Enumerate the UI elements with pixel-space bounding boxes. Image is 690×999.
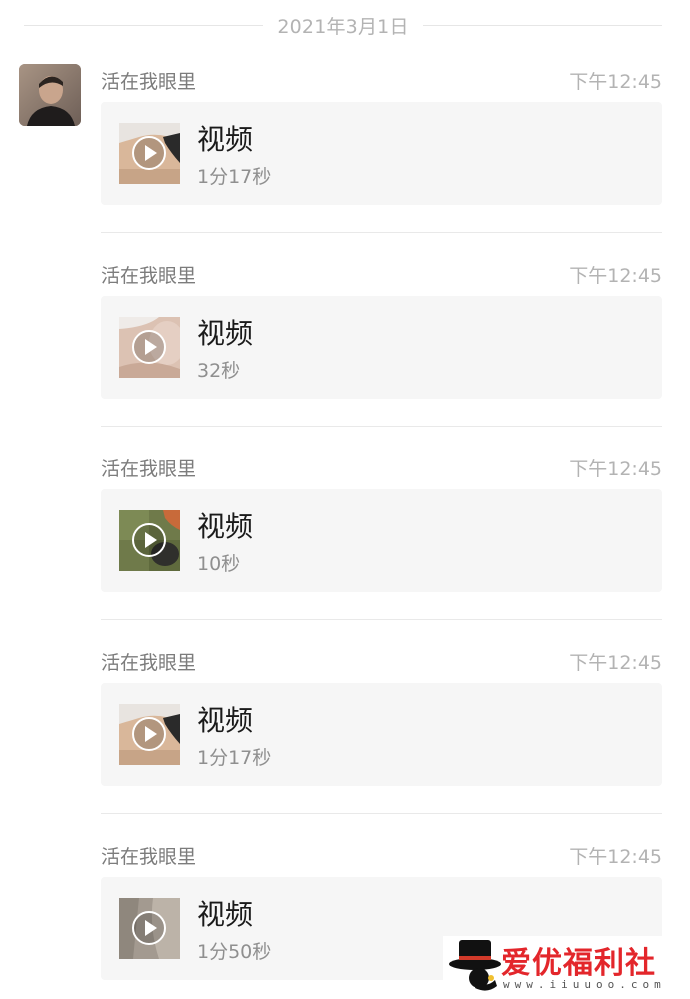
video-card[interactable]: 视频 1分17秒 <box>101 102 662 205</box>
sender-name: 活在我眼里 <box>101 458 197 480</box>
watermark-text: 爱优福利社 <box>501 946 656 981</box>
video-card[interactable]: 视频 1分17秒 <box>101 683 662 786</box>
video-thumbnail[interactable] <box>119 898 180 959</box>
video-message[interactable]: 活在我眼里 下午12:45 视频 32秒 <box>101 261 662 455</box>
site-watermark: 爱优福利社 www.iiuuoo.com <box>443 936 690 999</box>
sender-name: 活在我眼里 <box>101 846 197 868</box>
video-duration: 32秒 <box>197 360 241 382</box>
video-card[interactable]: 视频 10秒 <box>101 489 662 592</box>
message-title: 视频 <box>197 317 254 350</box>
sender-name: 活在我眼里 <box>101 71 197 93</box>
video-duration: 1分17秒 <box>197 166 272 188</box>
video-thumbnail[interactable] <box>119 123 180 184</box>
avatar[interactable] <box>19 64 81 126</box>
divider-line-right <box>422 24 662 26</box>
message-title: 视频 <box>197 898 254 931</box>
date-separator: 2021年3月1日 <box>24 10 662 40</box>
message-time: 下午12:45 <box>569 71 662 93</box>
message-time: 下午12:45 <box>569 846 662 868</box>
sender-name: 活在我眼里 <box>101 652 197 674</box>
watermark-url: www.iiuuoo.com <box>503 978 666 991</box>
message-time: 下午12:45 <box>569 458 662 480</box>
video-duration: 10秒 <box>197 553 241 575</box>
avatar-photo <box>19 64 81 126</box>
message-title: 视频 <box>197 123 254 156</box>
date-label: 2021年3月1日 <box>277 15 409 38</box>
divider-line-left <box>24 24 264 26</box>
message-divider <box>101 619 662 620</box>
video-message[interactable]: 活在我眼里 下午12:45 视频 1分17秒 <box>101 67 662 261</box>
video-thumbnail[interactable] <box>119 510 180 571</box>
message-divider <box>101 426 662 427</box>
top-hat-logo-icon <box>449 940 501 991</box>
message-divider <box>101 232 662 233</box>
message-divider <box>101 813 662 814</box>
sender-name: 活在我眼里 <box>101 265 197 287</box>
video-thumbnail[interactable] <box>119 317 180 378</box>
video-duration: 1分17秒 <box>197 747 272 769</box>
message-title: 视频 <box>197 510 254 543</box>
message-time: 下午12:45 <box>569 652 662 674</box>
video-message[interactable]: 活在我眼里 下午12:45 视频 10秒 <box>101 454 662 648</box>
video-message[interactable]: 活在我眼里 下午12:45 视频 1分17秒 <box>101 648 662 842</box>
message-title: 视频 <box>197 704 254 737</box>
video-card[interactable]: 视频 32秒 <box>101 296 662 399</box>
video-duration: 1分50秒 <box>197 941 272 963</box>
message-time: 下午12:45 <box>569 265 662 287</box>
chat-history-page: 2021年3月1日 活在我眼里 下午12:45 视频 1分17秒 活在我眼里 下… <box>0 0 690 999</box>
video-thumbnail[interactable] <box>119 704 180 765</box>
